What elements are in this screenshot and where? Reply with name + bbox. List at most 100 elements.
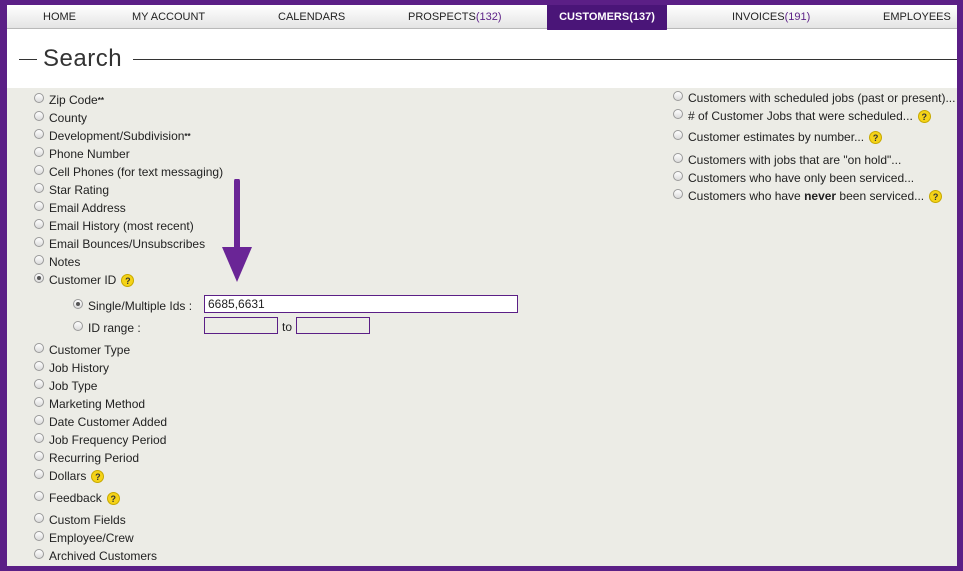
nav-calendars-label: CALENDARS (278, 11, 346, 23)
nav-calendars[interactable]: CALENDARS (278, 5, 345, 29)
option-date-added[interactable]: Date Customer Added (34, 413, 167, 431)
nav-prospects-count: (132) (475, 11, 502, 23)
option-feedback[interactable]: Feedback? (34, 489, 120, 507)
option-on-hold[interactable]: Customers with jobs that are "on hold"..… (673, 151, 901, 169)
radio-development[interactable] (34, 129, 44, 139)
label-dollars: Dollars (49, 469, 87, 483)
label-county: County (49, 111, 88, 125)
label-only-serviced: Customers who have only been serviced... (688, 171, 915, 185)
radio-only-serviced[interactable] (673, 171, 683, 181)
radio-feedback[interactable] (34, 491, 44, 501)
radio-job-history[interactable] (34, 361, 44, 371)
option-job-type[interactable]: Job Type (34, 377, 97, 395)
main-nav: HOME MY ACCOUNT CALENDARS PROSPECTS(132)… (7, 5, 957, 32)
search-panel: Zip Code ** County Development/Subdivisio… (7, 88, 957, 566)
option-phone[interactable]: Phone Number (34, 145, 130, 163)
radio-employee-crew[interactable] (34, 531, 44, 541)
radio-email[interactable] (34, 201, 44, 211)
radio-dollars[interactable] (34, 469, 44, 479)
radio-cell[interactable] (34, 165, 44, 175)
nav-home[interactable]: HOME (43, 5, 76, 29)
label-notes: Notes (49, 255, 81, 269)
radio-marketing-method[interactable] (34, 397, 44, 407)
option-scheduled-jobs[interactable]: Customers with scheduled jobs (past or p… (673, 89, 955, 107)
help-icon[interactable]: ? (121, 273, 135, 287)
radio-job-type[interactable] (34, 379, 44, 389)
label-estimates: Customer estimates by number... (688, 130, 865, 144)
option-development[interactable]: Development/Subdivision ** (34, 127, 191, 145)
option-job-history[interactable]: Job History (34, 359, 109, 377)
option-num-jobs[interactable]: # of Customer Jobs that were scheduled..… (673, 107, 931, 125)
radio-customer-type[interactable] (34, 343, 44, 353)
option-county[interactable]: County (34, 109, 87, 127)
option-marketing-method[interactable]: Marketing Method (34, 395, 145, 413)
option-only-serviced[interactable]: Customers who have only been serviced... (673, 169, 914, 187)
radio-email-history[interactable] (34, 219, 44, 229)
radio-star-rating[interactable] (34, 183, 44, 193)
option-job-frequency[interactable]: Job Frequency Period (34, 431, 166, 449)
radio-recurring-period[interactable] (34, 451, 44, 461)
customer-ids-input[interactable] (204, 295, 518, 313)
nav-invoices-label: INVOICES (732, 11, 785, 23)
option-customer-id[interactable]: Customer ID? (34, 271, 135, 289)
label-customer-id: Customer ID (49, 273, 117, 287)
radio-date-added[interactable] (34, 415, 44, 425)
option-email[interactable]: Email Address (34, 199, 126, 217)
label-star-rating: Star Rating (49, 183, 110, 197)
id-range-to-input[interactable] (296, 317, 370, 334)
help-icon[interactable]: ? (929, 189, 943, 203)
nav-my-account[interactable]: MY ACCOUNT (132, 5, 205, 29)
option-custom-fields[interactable]: Custom Fields (34, 511, 126, 529)
nav-home-label: HOME (43, 11, 76, 23)
radio-single-multiple-ids[interactable] (73, 299, 83, 309)
radio-customer-id[interactable] (34, 273, 44, 283)
label-job-history: Job History (49, 361, 110, 375)
radio-email-bounces[interactable] (34, 237, 44, 247)
option-email-bounces[interactable]: Email Bounces/Unsubscribes (34, 235, 205, 253)
label-archived: Archived Customers (49, 549, 158, 563)
label-cell: Cell Phones (for text messaging) (49, 165, 224, 179)
radio-zip-code[interactable] (34, 93, 44, 103)
option-notes[interactable]: Notes (34, 253, 80, 271)
label-feedback: Feedback (49, 491, 102, 505)
option-email-history[interactable]: Email History (most recent) (34, 217, 194, 235)
id-range-from-input[interactable] (204, 317, 278, 334)
label-never-pre: Customers who have (688, 189, 805, 203)
help-icon[interactable]: ? (91, 469, 105, 483)
radio-scheduled-jobs[interactable] (673, 91, 683, 101)
development-asterisks: ** (184, 131, 191, 141)
nav-invoices[interactable]: INVOICES(191) (732, 5, 810, 29)
radio-notes[interactable] (34, 255, 44, 265)
radio-never-serviced[interactable] (673, 189, 683, 199)
nav-customers[interactable]: CUSTOMERS(137) (547, 5, 667, 32)
label-never-post: been serviced... (836, 189, 925, 203)
option-star-rating[interactable]: Star Rating (34, 181, 109, 199)
radio-custom-fields[interactable] (34, 513, 44, 523)
option-dollars[interactable]: Dollars? (34, 467, 105, 485)
help-icon[interactable]: ? (917, 109, 931, 123)
option-archived[interactable]: Archived Customers (34, 547, 157, 565)
option-single-multiple-ids[interactable]: Single/Multiple Ids : (73, 297, 192, 315)
radio-num-jobs[interactable] (673, 109, 683, 119)
nav-prospects[interactable]: PROSPECTS(132) (408, 5, 502, 29)
option-customer-type[interactable]: Customer Type (34, 341, 130, 359)
label-phone: Phone Number (49, 147, 130, 161)
radio-id-range[interactable] (73, 321, 83, 331)
radio-phone[interactable] (34, 147, 44, 157)
help-icon[interactable]: ? (869, 130, 883, 144)
title-rule-right (133, 59, 957, 60)
option-cell[interactable]: Cell Phones (for text messaging) (34, 163, 223, 181)
option-employee-crew[interactable]: Employee/Crew (34, 529, 134, 547)
option-zip-code[interactable]: Zip Code ** (34, 91, 104, 109)
radio-job-frequency[interactable] (34, 433, 44, 443)
option-id-range[interactable]: ID range : (73, 319, 141, 337)
radio-archived[interactable] (34, 549, 44, 559)
help-icon[interactable]: ? (106, 491, 120, 505)
option-never-serviced[interactable]: Customers who have never been serviced..… (673, 187, 943, 205)
nav-employees[interactable]: EMPLOYEES (883, 5, 951, 29)
option-estimates[interactable]: Customer estimates by number...? (673, 128, 883, 146)
radio-estimates[interactable] (673, 130, 683, 140)
radio-on-hold[interactable] (673, 153, 683, 163)
radio-county[interactable] (34, 111, 44, 121)
option-recurring-period[interactable]: Recurring Period (34, 449, 139, 467)
